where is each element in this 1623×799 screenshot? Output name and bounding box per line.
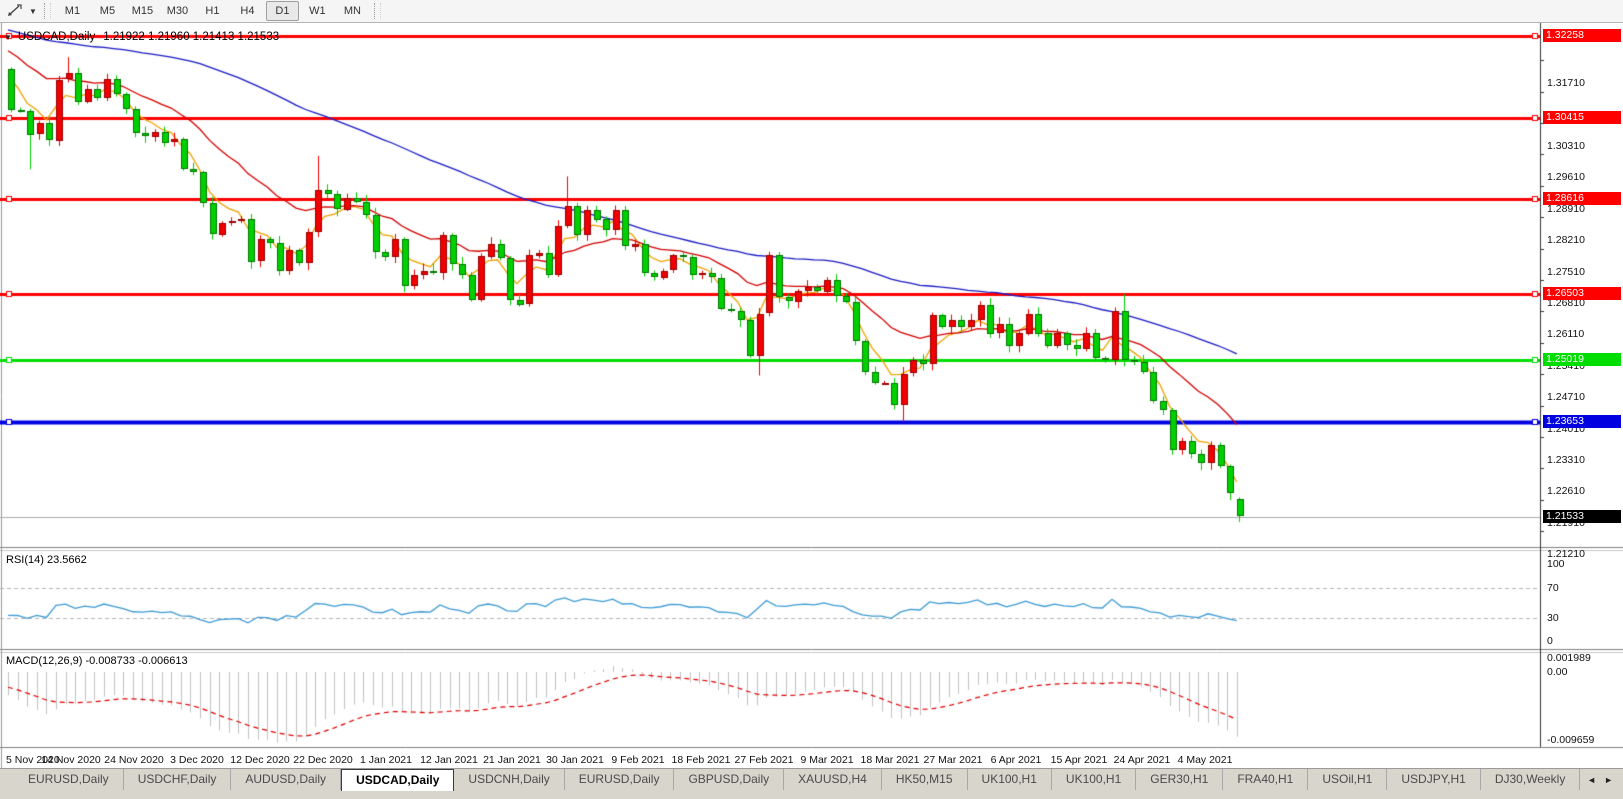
- macd-indicator-label: MACD(12,26,9) -0.008733 -0.006613: [6, 655, 188, 667]
- chart-tab-bar: EURUSD,DailyUSDCHF,DailyAUDUSD,DailyUSDC…: [0, 768, 1623, 799]
- timeframe-button-h4[interactable]: H4: [231, 1, 264, 21]
- chart-tab-usdchf-daily[interactable]: USDCHF,Daily: [124, 769, 232, 790]
- rsi-axis-tick: 0: [1547, 635, 1553, 647]
- price-axis-tick: 1.24710: [1547, 391, 1585, 403]
- price-axis-tick: 1.28210: [1547, 234, 1585, 246]
- chart-title-row: ▼ USDCAD,Daily 1.21922 1.21960 1.21413 1…: [4, 31, 279, 43]
- chart-tabs: EURUSD,DailyUSDCHF,DailyAUDUSD,DailyUSDC…: [14, 769, 1583, 791]
- timeframe-button-w1[interactable]: W1: [301, 1, 334, 21]
- chart-tab-xauusd-h4[interactable]: XAUUSD,H4: [784, 769, 882, 790]
- level-price-badge: 1.32258: [1543, 29, 1621, 42]
- chart-tab-uk100-h1[interactable]: UK100,H1: [1052, 769, 1136, 790]
- timeframe-button-mn[interactable]: MN: [336, 1, 369, 21]
- chart-tab-uk100-h1[interactable]: UK100,H1: [968, 769, 1052, 790]
- level-price-badge: 1.23653: [1543, 415, 1621, 428]
- timeframe-button-m5[interactable]: M5: [91, 1, 124, 21]
- mt4-window: ▼ M1M5M15M30H1H4D1W1MN ▼ USDCAD,Daily 1.…: [0, 0, 1623, 799]
- time-axis-tick: 24 Apr 2021: [1114, 754, 1171, 766]
- level-price-badge: 1.26503: [1543, 287, 1621, 300]
- time-axis-tick: 14 Nov 2020: [41, 754, 101, 766]
- time-axis-tick: 1 Jan 2021: [360, 754, 412, 766]
- chart-tab-usdcad-daily[interactable]: USDCAD,Daily: [341, 769, 454, 791]
- time-axis-tick: 9 Mar 2021: [800, 754, 853, 766]
- chart-tab-ger30-h1[interactable]: GER30,H1: [1136, 769, 1223, 790]
- time-axis-tick: 21 Jan 2021: [483, 754, 541, 766]
- rsi-axis-tick: 100: [1547, 558, 1565, 570]
- macd-axis-tick: 0.001989: [1547, 652, 1591, 664]
- macd-axis-tick: 0.00: [1547, 666, 1567, 678]
- level-price-badge: 1.30415: [1543, 111, 1621, 124]
- price-axis-tick: 1.26110: [1547, 328, 1584, 340]
- tab-scroll-left-icon[interactable]: ◄: [1583, 775, 1600, 785]
- chart-tab-dj30-weekly[interactable]: DJ30,Weekly: [1481, 769, 1580, 790]
- macd-axis-tick: -0.009659: [1547, 734, 1594, 746]
- price-axis-tick: 1.30310: [1547, 140, 1585, 152]
- tab-scroll-controls: ◄ ►: [1583, 769, 1623, 791]
- tab-scroll-right-icon[interactable]: ►: [1600, 775, 1617, 785]
- price-axis-tick: 1.27510: [1547, 266, 1585, 278]
- price-axis-tick: 1.31710: [1547, 77, 1585, 89]
- time-axis-tick: 6 Apr 2021: [991, 754, 1042, 766]
- price-axis-tick: 1.29610: [1547, 171, 1585, 183]
- timeframe-button-m30[interactable]: M30: [161, 1, 194, 21]
- time-axis-tick: 27 Mar 2021: [924, 754, 983, 766]
- time-axis-tick: 22 Dec 2020: [293, 754, 353, 766]
- chart-tab-usdcnh-daily[interactable]: USDCNH,Daily: [454, 769, 564, 790]
- timeframe-button-m15[interactable]: M15: [126, 1, 159, 21]
- chart-tab-hk50-m15[interactable]: HK50,M15: [882, 769, 968, 790]
- time-axis-tick: 30 Jan 2021: [546, 754, 604, 766]
- level-price-badge: 1.25019: [1543, 353, 1621, 366]
- price-axis-tick: 1.22610: [1547, 485, 1585, 497]
- chart-tab-usdjpy-h1[interactable]: USDJPY,H1: [1387, 769, 1480, 790]
- chart-tab-eurusd-daily[interactable]: EURUSD,Daily: [565, 769, 675, 790]
- rsi-axis-tick: 70: [1547, 582, 1559, 594]
- time-axis-tick: 27 Feb 2021: [735, 754, 794, 766]
- chart-symbol-title: USDCAD,Daily: [18, 31, 95, 43]
- time-axis-tick: 3 Dec 2020: [170, 754, 224, 766]
- timeframe-button-d1[interactable]: D1: [266, 1, 299, 21]
- cursor-tool-dropdown-icon[interactable]: ▼: [29, 7, 37, 16]
- chart-menu-triangle-icon[interactable]: ▼: [4, 33, 12, 42]
- time-axis-tick: 24 Nov 2020: [104, 754, 164, 766]
- cursor-tool-icon[interactable]: [4, 3, 26, 19]
- timeframe-button-m1[interactable]: M1: [56, 1, 89, 21]
- rsi-indicator-label: RSI(14) 23.5662: [6, 554, 87, 566]
- time-axis-tick: 18 Feb 2021: [672, 754, 731, 766]
- toolbar-grip-2: [374, 3, 381, 19]
- chart-tab-gbpusd-daily[interactable]: GBPUSD,Daily: [674, 769, 784, 790]
- timeframe-button-h1[interactable]: H1: [196, 1, 229, 21]
- chart-window: ▼ USDCAD,Daily 1.21922 1.21960 1.21413 1…: [0, 23, 1623, 768]
- time-axis-tick: 12 Jan 2021: [420, 754, 478, 766]
- price-axis-tick: 1.23310: [1547, 454, 1585, 466]
- price-chart-canvas[interactable]: [0, 23, 1623, 768]
- time-axis-tick: 9 Feb 2021: [611, 754, 664, 766]
- chart-tab-fra40-h1[interactable]: FRA40,H1: [1223, 769, 1308, 790]
- time-axis-tick: 12 Dec 2020: [230, 754, 290, 766]
- timeframe-toolbar: ▼ M1M5M15M30H1H4D1W1MN: [0, 0, 1623, 23]
- time-axis-tick: 4 May 2021: [1178, 754, 1233, 766]
- chart-ohlc-values: 1.21922 1.21960 1.21413 1.21533: [103, 31, 279, 43]
- time-axis-tick: 18 Mar 2021: [861, 754, 920, 766]
- level-price-badge: 1.28616: [1543, 192, 1621, 205]
- timeframe-buttons: M1M5M15M30H1H4D1W1MN: [55, 1, 370, 21]
- chart-tab-audusd-daily[interactable]: AUDUSD,Daily: [231, 769, 341, 790]
- rsi-axis-tick: 30: [1547, 612, 1559, 624]
- current-price-badge: 1.21533: [1543, 510, 1621, 523]
- toolbar-grip: [44, 3, 51, 19]
- chart-tab-eurusd-daily[interactable]: EURUSD,Daily: [14, 769, 124, 790]
- time-axis-tick: 15 Apr 2021: [1051, 754, 1108, 766]
- chart-tab-usoil-h1[interactable]: USOil,H1: [1308, 769, 1387, 790]
